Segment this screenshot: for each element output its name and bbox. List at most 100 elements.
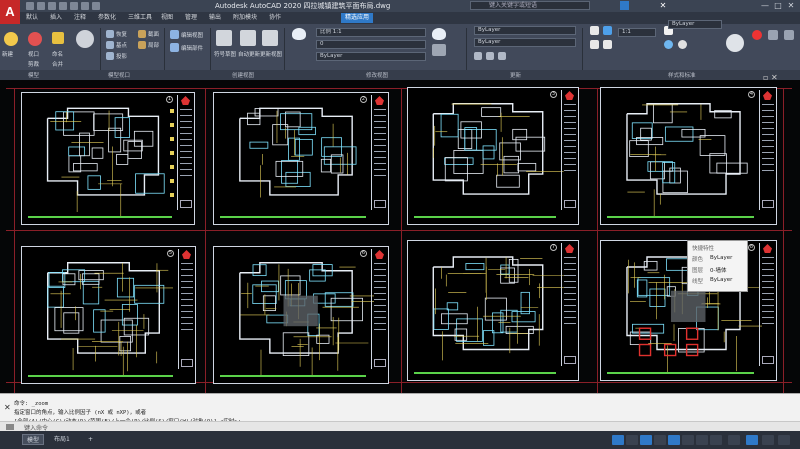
- panel-label[interactable]: 样式和标准: [668, 71, 696, 79]
- teapot-icon[interactable]: [432, 28, 446, 40]
- layer-icon[interactable]: [52, 32, 64, 44]
- panel-label[interactable]: 修改视图: [366, 71, 388, 79]
- edit-view-icon[interactable]: [170, 30, 179, 39]
- open-file-icon[interactable]: [37, 2, 45, 10]
- qp-value[interactable]: ByLayer: [710, 277, 732, 283]
- tool-icon[interactable]: [590, 26, 599, 35]
- target-icon[interactable]: [28, 32, 42, 46]
- close-icon[interactable]: ✕: [4, 403, 11, 412]
- tab-3d-tools[interactable]: 三维工具: [124, 13, 156, 23]
- viewport-controls[interactable]: ▫ ✕: [763, 73, 778, 82]
- tab-annotate[interactable]: 注释: [70, 13, 90, 23]
- quick-properties-panel[interactable]: 快捷特性 颜色 ByLayer 图层 0-墙体 线型 ByLayer: [687, 240, 748, 292]
- drawing-sheet-3[interactable]: 3: [407, 87, 579, 225]
- drawing-sheet-1[interactable]: 1: [21, 92, 195, 225]
- drawing-sheet-5[interactable]: 5: [21, 246, 196, 384]
- tab-view[interactable]: 视图: [157, 13, 177, 23]
- scale-combo[interactable]: 1:1: [618, 28, 656, 37]
- close-button[interactable]: ✕: [786, 1, 796, 10]
- auto-update-icon[interactable]: [240, 30, 256, 46]
- panel-label[interactable]: 创建视图: [232, 71, 254, 79]
- scale-icon[interactable]: [728, 435, 740, 445]
- sphere-icon[interactable]: [678, 40, 687, 49]
- user-icon[interactable]: [620, 1, 629, 10]
- polar-toggle-icon[interactable]: [654, 435, 666, 445]
- record-icon[interactable]: [752, 30, 762, 40]
- redo-icon[interactable]: [92, 2, 100, 10]
- panel-label[interactable]: 模型: [28, 71, 39, 79]
- qp-value[interactable]: 0-墙体: [710, 266, 726, 274]
- layer-stack-icon[interactable]: [432, 44, 446, 56]
- grid-toggle-icon[interactable]: [612, 435, 624, 445]
- search-input[interactable]: 键入关键字或短语: [470, 1, 590, 10]
- tab-manage[interactable]: 管理: [181, 13, 201, 23]
- detail-icon[interactable]: [138, 41, 146, 49]
- add-layout-icon[interactable]: +: [84, 434, 97, 445]
- osnap-toggle-icon[interactable]: [668, 435, 680, 445]
- drawing-sheet-7[interactable]: 7: [407, 240, 579, 381]
- floor-plan[interactable]: [26, 99, 180, 216]
- workspace-gear-icon[interactable]: [710, 435, 722, 445]
- print-icon[interactable]: [70, 2, 78, 10]
- view-scale-combo[interactable]: 比例 1:1: [316, 28, 426, 37]
- floor-plan[interactable]: [412, 94, 564, 216]
- ortho-toggle-icon[interactable]: [640, 435, 652, 445]
- base-icon[interactable]: [106, 41, 114, 49]
- qp-value[interactable]: ByLayer: [710, 255, 732, 261]
- drawing-sheet-4[interactable]: 4: [600, 87, 777, 225]
- match-icon[interactable]: [486, 52, 494, 60]
- projected-icon[interactable]: [106, 52, 114, 60]
- maximize-button[interactable]: □: [773, 1, 783, 10]
- tab-model[interactable]: 模型: [22, 434, 45, 445]
- layer-combo[interactable]: 0: [316, 40, 426, 49]
- save-icon[interactable]: [48, 2, 56, 10]
- symbol-sketch-icon[interactable]: [216, 30, 232, 46]
- close-x-icon[interactable]: ✕: [658, 1, 668, 10]
- minimize-button[interactable]: —: [760, 1, 770, 10]
- tool-icon[interactable]: [590, 40, 599, 49]
- customize-menu-icon[interactable]: [778, 435, 790, 445]
- panel-label[interactable]: 更新: [510, 71, 521, 79]
- panel-label[interactable]: 模型视口: [108, 71, 130, 79]
- lineweight-combo[interactable]: ByLayer: [474, 38, 576, 47]
- snap-toggle-icon[interactable]: [626, 435, 638, 445]
- tab-featured-apps[interactable]: 精选应用: [341, 13, 374, 23]
- properties-icon[interactable]: [474, 52, 482, 60]
- tab-output[interactable]: 输出: [205, 13, 225, 23]
- visual-style-combo[interactable]: ByLayer: [668, 20, 722, 29]
- sun-icon[interactable]: [664, 40, 673, 49]
- floor-plan[interactable]: [412, 247, 564, 372]
- wrench-icon[interactable]: [6, 424, 14, 430]
- tab-default[interactable]: 默认: [22, 13, 42, 23]
- new-file-icon[interactable]: [26, 2, 34, 10]
- update-view-icon[interactable]: [262, 30, 278, 46]
- section-icon[interactable]: [138, 30, 146, 38]
- color-combo[interactable]: ByLayer: [316, 52, 426, 61]
- lineweight-toggle-icon[interactable]: [682, 435, 694, 445]
- tab-addons[interactable]: 附加模块: [229, 13, 261, 23]
- grid-icon[interactable]: [768, 30, 778, 40]
- floor-plan[interactable]: [218, 99, 374, 216]
- tab-layout1[interactable]: 布局1: [50, 434, 74, 445]
- sphere-icon[interactable]: [76, 30, 94, 48]
- floor-plan[interactable]: [218, 253, 374, 375]
- isolate-icon[interactable]: [746, 435, 758, 445]
- command-input[interactable]: 键入命令: [0, 421, 800, 432]
- save-as-icon[interactable]: [59, 2, 67, 10]
- teapot-icon[interactable]: [292, 28, 306, 40]
- annotation-icon[interactable]: [696, 435, 708, 445]
- edit-components-icon[interactable]: [170, 43, 179, 52]
- floor-plan[interactable]: [605, 94, 762, 216]
- tool-icon[interactable]: [603, 40, 612, 49]
- app-logo[interactable]: A: [0, 0, 20, 26]
- drawing-sheet-6[interactable]: 6: [213, 246, 389, 384]
- navigation-wheel-icon[interactable]: [726, 34, 744, 52]
- undo-icon[interactable]: [81, 2, 89, 10]
- linetype-combo[interactable]: ByLayer: [474, 26, 576, 35]
- list-icon[interactable]: [498, 52, 506, 60]
- table-icon[interactable]: [784, 30, 794, 40]
- fullscreen-icon[interactable]: [762, 435, 774, 445]
- restore-icon[interactable]: [106, 30, 114, 38]
- drawing-sheet-2[interactable]: 2: [213, 92, 389, 225]
- lightbulb-icon[interactable]: [4, 32, 18, 46]
